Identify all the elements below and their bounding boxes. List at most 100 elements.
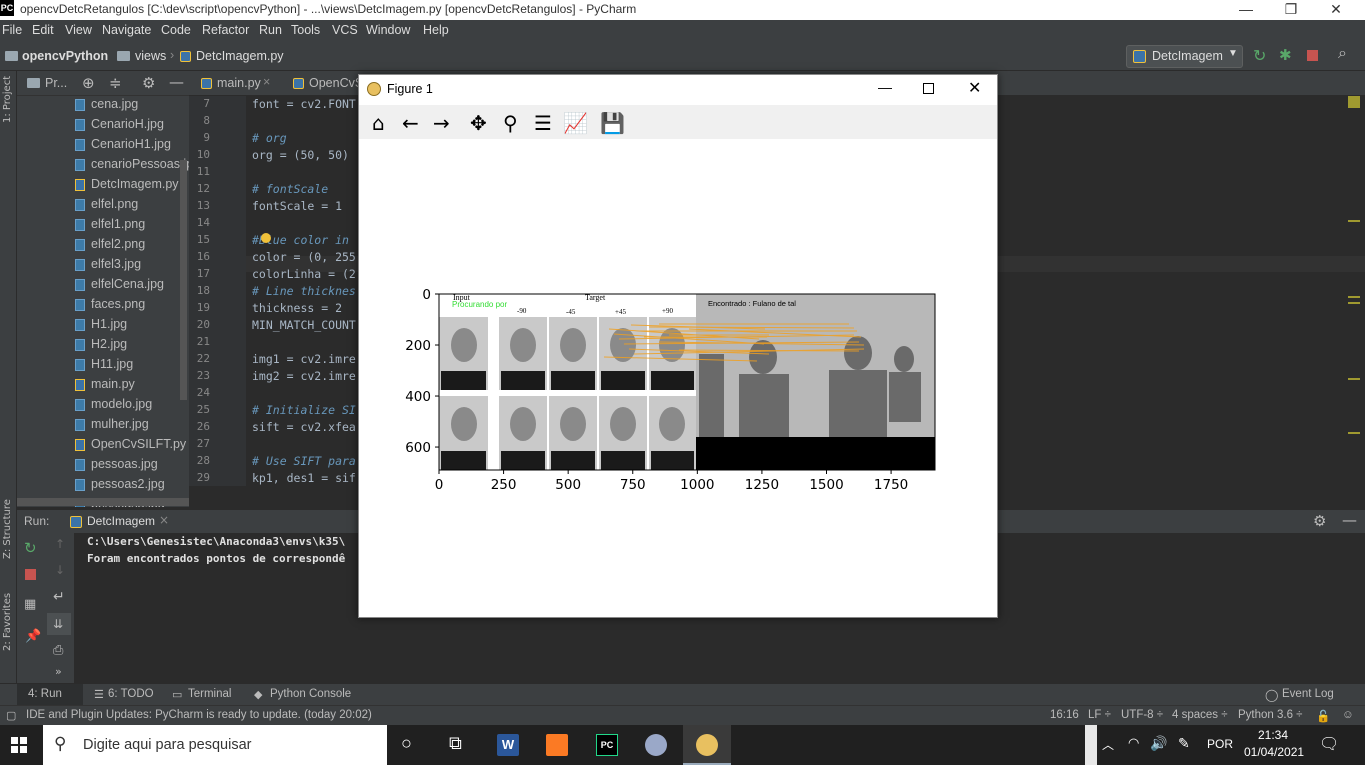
- configure-subplots-icon[interactable]: ☰: [534, 111, 552, 135]
- menu-code[interactable]: Code: [161, 23, 191, 37]
- maximize-button[interactable]: ❐: [1268, 0, 1314, 20]
- gear-icon[interactable]: ⚙: [142, 74, 155, 92]
- user-icon[interactable]: ☺: [1342, 709, 1354, 721]
- tab-main-py[interactable]: main.py: [217, 76, 261, 90]
- xampp-icon[interactable]: [546, 734, 568, 756]
- word-icon[interactable]: W: [497, 734, 519, 756]
- menu-view[interactable]: View: [65, 23, 92, 37]
- python-interpreter[interactable]: Python 3.6 ÷: [1238, 709, 1303, 721]
- pycharm-taskbar-icon[interactable]: PC: [596, 734, 618, 756]
- windows-start-icon[interactable]: [11, 737, 27, 753]
- figure-window[interactable]: Figure 1 — ✕ ⌂ ← → ✥ ⚲ ☰ 📈 💾 Input Procu…: [358, 74, 998, 618]
- favorites-tool-label[interactable]: 2: Favorites: [2, 593, 13, 651]
- minimize-button[interactable]: —: [878, 79, 892, 95]
- close-button[interactable]: ✕: [968, 78, 981, 98]
- menu-file[interactable]: File: [2, 23, 22, 37]
- hide-icon[interactable]: —: [169, 73, 184, 91]
- menu-vcs[interactable]: VCS: [332, 23, 358, 37]
- close-tab-icon[interactable]: ×: [159, 513, 169, 527]
- scrollbar[interactable]: [180, 160, 187, 400]
- wifi-icon[interactable]: ◠: [1128, 735, 1139, 751]
- close-tab-icon[interactable]: ×: [263, 75, 270, 89]
- chevron-up-icon[interactable]: ︿: [1102, 736, 1114, 753]
- line-separator[interactable]: LF ÷: [1088, 709, 1111, 721]
- menu-edit[interactable]: Edit: [32, 23, 54, 37]
- lock-icon[interactable]: 🔓: [1316, 709, 1330, 723]
- project-panel-title[interactable]: Pr...: [45, 76, 67, 90]
- rerun-icon[interactable]: ↻: [1253, 46, 1266, 66]
- menu-refactor[interactable]: Refactor: [202, 23, 249, 37]
- cortana-icon[interactable]: ○: [401, 733, 412, 754]
- run-tab[interactable]: DetcImagem: [87, 514, 155, 528]
- scroll-marker[interactable]: [1348, 432, 1360, 434]
- minimize-button[interactable]: —: [1223, 0, 1269, 20]
- locate-icon[interactable]: ⊕: [82, 74, 95, 92]
- soft-wrap-icon[interactable]: ↵: [53, 589, 65, 605]
- project-tool-label[interactable]: 1: Project: [2, 76, 13, 123]
- tab-opencvs[interactable]: OpenCvS: [309, 76, 363, 90]
- menu-navigate[interactable]: Navigate: [102, 23, 151, 37]
- menu-window[interactable]: Window: [366, 23, 410, 37]
- breadcrumb-folder[interactable]: views: [135, 49, 166, 63]
- status-icon[interactable]: ▢: [6, 709, 16, 722]
- scroll-marker[interactable]: [1348, 378, 1360, 380]
- forward-arrow-icon[interactable]: →: [433, 111, 450, 135]
- language-indicator[interactable]: POR: [1207, 737, 1233, 751]
- breadcrumb-project[interactable]: opencvPython: [22, 49, 108, 63]
- python-console-button[interactable]: Python Console: [270, 688, 351, 700]
- menu-run[interactable]: Run: [259, 23, 282, 37]
- event-log-button[interactable]: Event Log: [1282, 688, 1334, 700]
- search-icon[interactable]: ⌕: [1338, 45, 1347, 63]
- structure-tool-label[interactable]: Z: Structure: [2, 499, 13, 559]
- scroll-marker[interactable]: [1348, 220, 1360, 222]
- run-tool-button[interactable]: 4: Run: [28, 688, 62, 700]
- maximize-button[interactable]: [923, 83, 934, 94]
- close-window-button[interactable]: ✕: [1313, 0, 1359, 20]
- pin-icon[interactable]: 📌: [25, 629, 41, 644]
- save-icon[interactable]: 💾: [600, 111, 625, 135]
- status-message[interactable]: IDE and Plugin Updates: PyCharm is ready…: [26, 709, 372, 721]
- stop-icon[interactable]: [25, 569, 36, 580]
- breadcrumb-file[interactable]: DetcImagem.py: [196, 49, 284, 63]
- horizontal-scrollbar[interactable]: [17, 498, 189, 506]
- zoom-icon[interactable]: ⚲: [503, 111, 518, 135]
- rerun-icon[interactable]: ↻: [24, 539, 37, 557]
- caret-position[interactable]: 16:16: [1050, 709, 1079, 721]
- run-config-dropdown[interactable]: DetcImagem ▼: [1126, 45, 1243, 68]
- more-icon[interactable]: »: [55, 665, 62, 678]
- taskbar-search-box[interactable]: ⚲ Digite aqui para pesquisar: [43, 725, 387, 765]
- menu-tools[interactable]: Tools: [291, 23, 320, 37]
- notification-icon[interactable]: 🗨: [1319, 734, 1339, 754]
- scroll-marker[interactable]: [1348, 302, 1360, 304]
- hide-icon[interactable]: —: [1342, 511, 1357, 529]
- task-view-icon[interactable]: ⧉: [449, 733, 462, 754]
- arrow-down-icon[interactable]: ↓: [55, 563, 65, 577]
- pen-icon[interactable]: ✎: [1178, 735, 1190, 752]
- scroll-marker[interactable]: [1348, 296, 1360, 298]
- clock-date[interactable]: 01/04/2021: [1244, 745, 1304, 759]
- arrow-up-icon[interactable]: ↑: [55, 537, 65, 551]
- collapse-icon[interactable]: ≑: [109, 74, 122, 92]
- clock-time[interactable]: 21:34: [1258, 728, 1288, 742]
- file-encoding[interactable]: UTF-8 ÷: [1121, 709, 1163, 721]
- menu-help[interactable]: Help: [423, 23, 449, 37]
- paint-icon[interactable]: [645, 734, 667, 756]
- taskbar-scroll[interactable]: [1085, 725, 1097, 765]
- debug-icon[interactable]: ✱: [1279, 46, 1292, 64]
- layout-icon[interactable]: ▦: [24, 597, 36, 612]
- todo-tool-button[interactable]: 6: TODO: [108, 688, 154, 700]
- lightbulb-icon[interactable]: [261, 233, 271, 243]
- plot-canvas[interactable]: Input Procurando por Target -90 -45 +45 …: [359, 139, 997, 617]
- terminal-tool-button[interactable]: Terminal: [188, 688, 231, 700]
- figure-taskbar-item[interactable]: [683, 725, 731, 765]
- stop-icon[interactable]: [1307, 50, 1318, 61]
- home-icon[interactable]: ⌂: [372, 111, 385, 135]
- indent-setting[interactable]: 4 spaces ÷: [1172, 709, 1228, 721]
- back-arrow-icon[interactable]: ←: [402, 111, 419, 135]
- volume-icon[interactable]: 🔊: [1150, 735, 1167, 752]
- gear-icon[interactable]: ⚙: [1313, 512, 1326, 530]
- edit-axis-icon[interactable]: 📈: [563, 111, 588, 135]
- pan-icon[interactable]: ✥: [470, 111, 487, 135]
- print-icon[interactable]: ⎙: [53, 643, 63, 658]
- inspection-marker[interactable]: [1348, 96, 1360, 108]
